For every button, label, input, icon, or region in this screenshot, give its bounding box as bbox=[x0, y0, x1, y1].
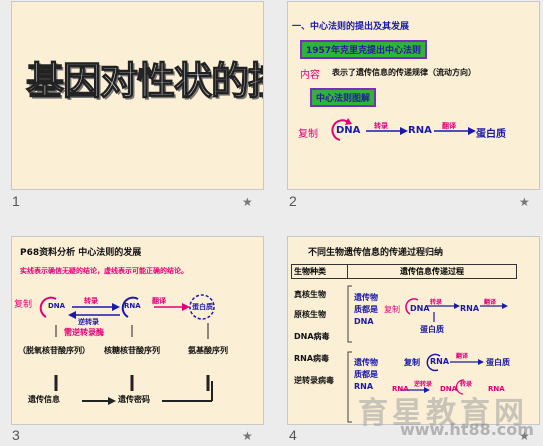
ribonucleotide-sequence: 核糖核苷酸序列 bbox=[104, 346, 160, 355]
translation-label: 翻译 bbox=[456, 353, 469, 360]
slide-thumbnail-1[interactable]: 基因对性状的控制 bbox=[11, 1, 264, 190]
protein-label: 蛋白质 bbox=[476, 129, 506, 140]
dna-label: DNA bbox=[48, 302, 66, 310]
translation-label: 翻译 bbox=[442, 122, 456, 130]
year-box: 1957年克里克提出中心法则 bbox=[300, 40, 428, 59]
column-header: 遗传信息传递过程 bbox=[347, 264, 517, 279]
slide-thumbnail-2[interactable]: 一、中心法则的提出及其发展 1957年克里克提出中心法则 内容 表示了遗传信息的… bbox=[287, 1, 540, 190]
slide-number-1: 1 bbox=[12, 193, 20, 209]
arrowhead bbox=[502, 303, 508, 309]
star-icon[interactable]: ★ bbox=[519, 195, 530, 209]
transcription-arrowhead bbox=[400, 127, 408, 135]
reverse-arrowhead bbox=[68, 311, 76, 319]
reverse-label: 逆转录 bbox=[414, 381, 433, 388]
replication-label: 复制 bbox=[298, 129, 318, 140]
transcription-label: 转录 bbox=[84, 297, 98, 305]
protein-label: 蛋白质 bbox=[486, 358, 510, 367]
transcription-label: 转录 bbox=[374, 122, 388, 130]
slide-number-3: 3 bbox=[12, 427, 20, 443]
dna-genetic-material-note: 遗传物质都是DNA bbox=[354, 293, 378, 326]
slide-thumbnail-3[interactable]: P68资料分析 中心法则的发展 实线表示确信无疑的结论，虚线表示可能正确的结论。… bbox=[11, 236, 264, 425]
translation-label: 翻译 bbox=[484, 299, 497, 306]
bracket bbox=[347, 351, 352, 423]
column-header: 生物种类 bbox=[291, 264, 348, 279]
arrowhead bbox=[478, 359, 484, 365]
transfer-table: 生物种类 遗传信息传递过程 bbox=[291, 264, 517, 279]
slide-heading: 不同生物遗传信息的传递过程归纳 bbox=[308, 248, 444, 258]
replication-label: 复制 bbox=[14, 300, 33, 310]
translation-arrowhead bbox=[468, 127, 476, 135]
dna-label: DNA bbox=[336, 125, 361, 136]
watermark-url: www.ht88.com bbox=[400, 420, 534, 439]
slide-subheading: 实线表示确信无疑的结论，虚线表示可能正确的结论。 bbox=[20, 267, 188, 275]
bracket bbox=[347, 285, 352, 343]
slide-number-4: 4 bbox=[289, 427, 297, 443]
genetic-code-label: 遗传密码 bbox=[118, 395, 150, 404]
replication-label: 复制 bbox=[404, 358, 420, 367]
reverse-enzyme-label: 需逆转录酶 bbox=[64, 328, 104, 337]
transcription-arrowhead bbox=[112, 303, 120, 311]
translation-label: 翻译 bbox=[152, 297, 166, 305]
star-icon[interactable]: ★ bbox=[242, 195, 253, 209]
slide-number-2: 2 bbox=[289, 193, 297, 209]
rna-label: RNA bbox=[460, 304, 480, 313]
reverse-label: 逆转录 bbox=[78, 318, 99, 326]
slide-heading: P68资料分析 中心法则的发展 bbox=[20, 248, 142, 258]
protein-label: 蛋白质 bbox=[420, 325, 444, 334]
amino-acid-sequence: 氨基酸序列 bbox=[188, 346, 228, 355]
dna-label: DNA bbox=[410, 304, 430, 313]
slide-heading: 一、中心法则的提出及其发展 bbox=[292, 22, 410, 32]
content-label: 内容 bbox=[300, 70, 320, 81]
replication-label: 复制 bbox=[384, 305, 400, 314]
slide-title: 基因对性状的控制 bbox=[25, 58, 263, 103]
rna-label: RNA bbox=[124, 302, 141, 310]
deoxynucleotide-sequence: （脱氧核苷酸序列） bbox=[18, 346, 90, 355]
translation-arrowhead bbox=[182, 303, 190, 311]
transcription-label: 转录 bbox=[430, 299, 443, 306]
transcription-label: 转录 bbox=[460, 381, 473, 388]
star-icon[interactable]: ★ bbox=[242, 429, 253, 443]
protein-label: 蛋白质 bbox=[192, 303, 213, 311]
content-text: 表示了遗传信息的传递规律（流动方向） bbox=[332, 68, 476, 77]
info-arrowhead bbox=[108, 397, 116, 405]
rna-label: RNA bbox=[430, 357, 450, 366]
diagram-box: 中心法则图解 bbox=[310, 88, 377, 107]
genetic-info-label: 遗传信息 bbox=[28, 395, 60, 404]
rna-label: RNA bbox=[408, 125, 432, 136]
